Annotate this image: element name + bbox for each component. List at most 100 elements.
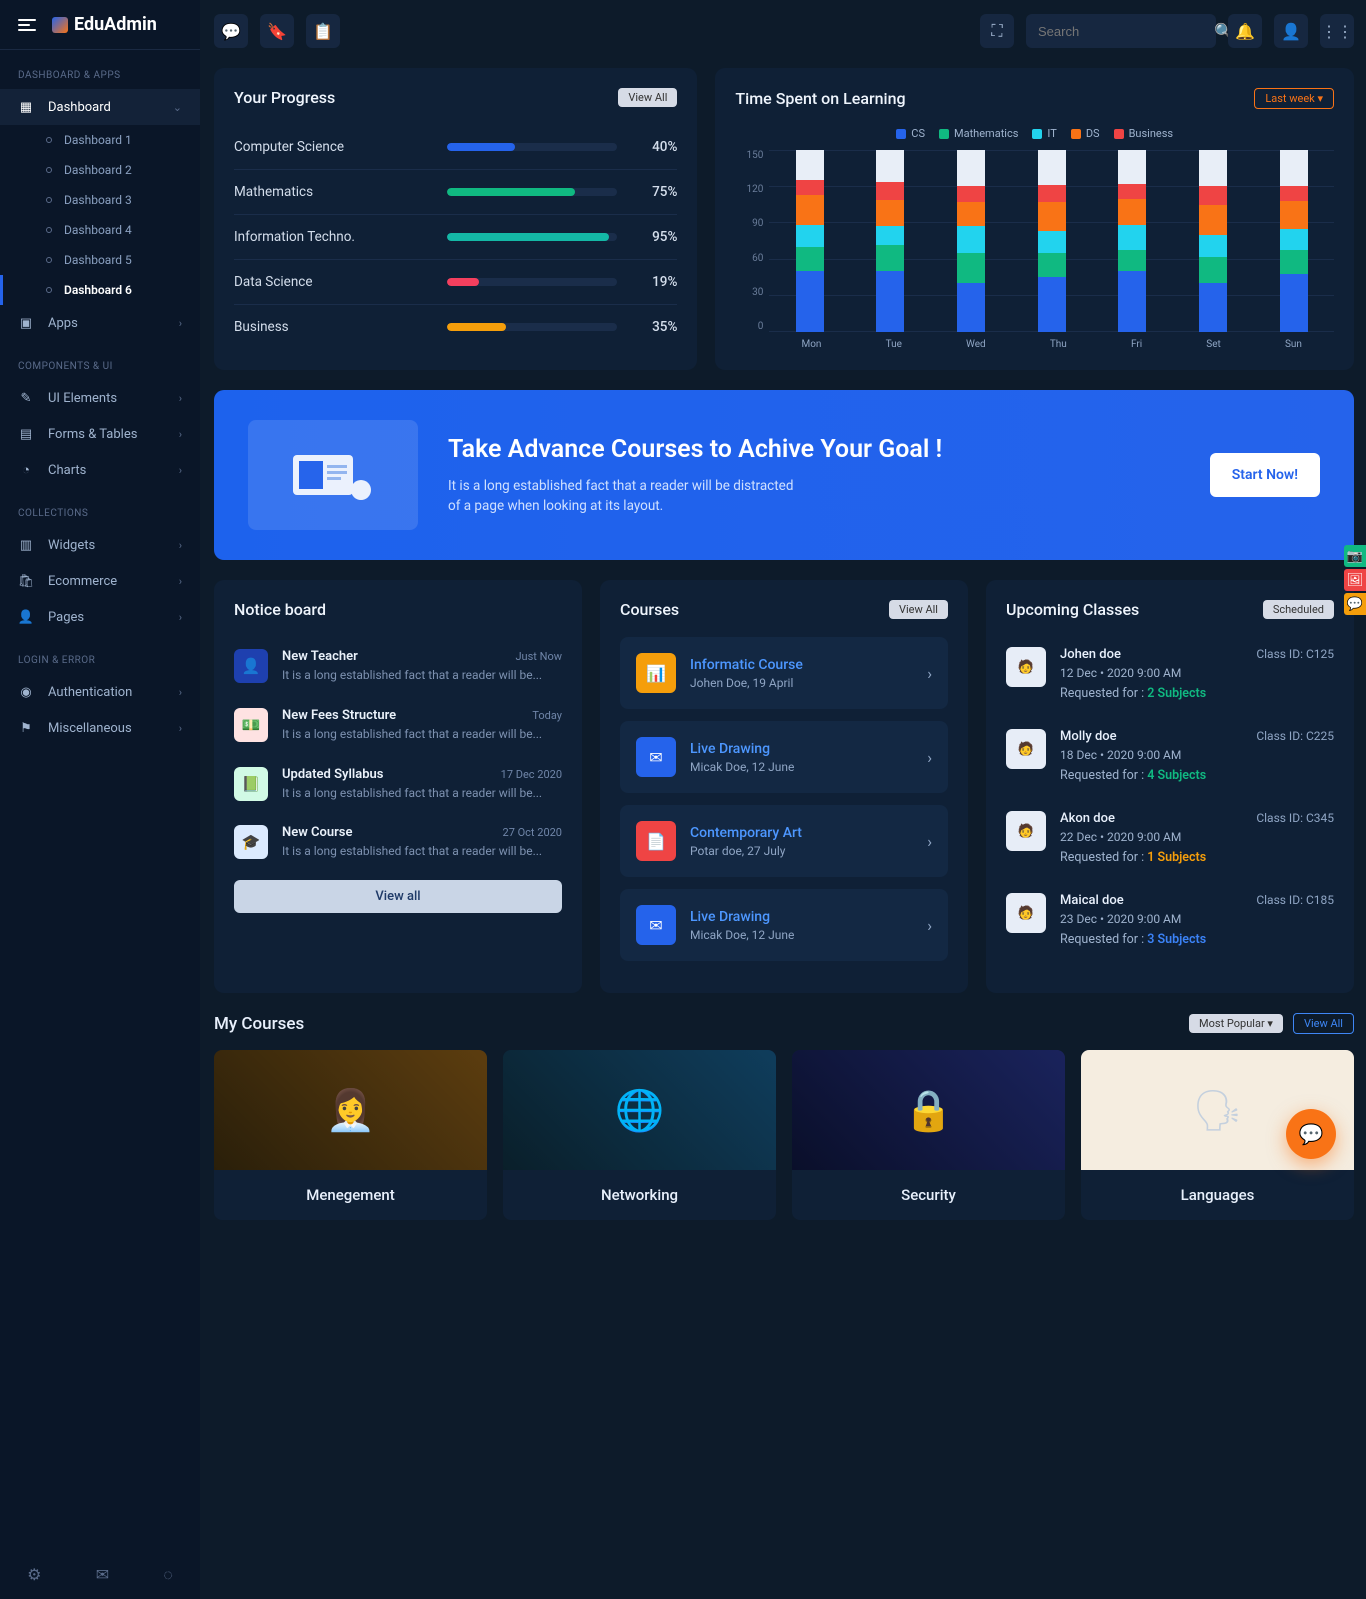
sidebar-item-forms[interactable]: ▤ Forms & Tables ›	[0, 416, 200, 452]
chat-fab[interactable]: 💬	[1286, 1109, 1336, 1159]
course-card[interactable]: 🌐Networking	[503, 1050, 776, 1220]
topbar: 💬 🔖 📋 ⛶ 🔍 🔔 👤 ⋮⋮	[214, 14, 1354, 48]
course-name: Contemporary Art	[690, 825, 913, 841]
legend-item[interactable]: DS	[1071, 127, 1100, 140]
legend-swatch	[939, 129, 949, 139]
sidebar-sub-item[interactable]: Dashboard 3	[0, 185, 200, 215]
chat-button[interactable]: 💬	[214, 14, 248, 48]
sidebar-item-auth[interactable]: ◉ Authentication ›	[0, 674, 200, 710]
notice-view-all-button[interactable]: View all	[234, 880, 562, 913]
popular-label: Most Popular	[1199, 1017, 1265, 1030]
bar-segment	[1038, 231, 1066, 253]
edit-icon: ✎	[18, 390, 34, 406]
sidebar-item-pages[interactable]: 👤 Pages ›	[0, 599, 200, 635]
class-date: 12 Dec • 2020 9:00 AM	[1060, 666, 1334, 680]
course-item[interactable]: ✉Live DrawingMicak Doe, 12 June›	[620, 721, 948, 793]
bookmark-icon: 🔖	[267, 22, 287, 41]
more-button[interactable]: ⋮⋮	[1320, 14, 1354, 48]
profile-button[interactable]: 👤	[1274, 14, 1308, 48]
legend-item[interactable]: Business	[1114, 127, 1174, 140]
course-item[interactable]: 📄Contemporary ArtPotar doe, 27 July›	[620, 805, 948, 877]
progress-view-all[interactable]: View All	[618, 88, 677, 107]
popular-dropdown[interactable]: Most Popular ▾	[1189, 1014, 1283, 1033]
fullscreen-button[interactable]: ⛶	[980, 14, 1014, 48]
caret-down-icon: ▾	[1267, 1017, 1273, 1030]
bar-segment	[1118, 184, 1146, 199]
sidebar-item-apps[interactable]: ▣ Apps ›	[0, 305, 200, 341]
notice-item-desc: It is a long established fact that a rea…	[282, 726, 562, 743]
sidebar-item-misc[interactable]: ⚑ Miscellaneous ›	[0, 710, 200, 746]
sidebar-sub-item[interactable]: Dashboard 6	[0, 275, 200, 305]
upcoming-item[interactable]: 🧑Johen doeClass ID: C12512 Dec • 2020 9:…	[1006, 637, 1334, 719]
progress-bar	[447, 278, 618, 286]
tool-image[interactable]: 🖼	[1344, 569, 1366, 591]
course-name: Live Drawing	[690, 741, 913, 757]
sidebar-sub-item[interactable]: Dashboard 2	[0, 155, 200, 185]
sidebar-sub-item[interactable]: Dashboard 5	[0, 245, 200, 275]
tool-chat[interactable]: 💬	[1344, 593, 1366, 615]
legend-item[interactable]: IT	[1032, 127, 1056, 140]
bar-segment	[796, 247, 824, 271]
bar-segment	[1280, 186, 1308, 201]
legend-item[interactable]: Mathematics	[939, 127, 1018, 140]
notice-item[interactable]: 👤New TeacherJust NowIt is a long establi…	[234, 637, 562, 696]
legend-swatch	[1114, 129, 1124, 139]
upcoming-item[interactable]: 🧑Maical doeClass ID: C18523 Dec • 2020 9…	[1006, 883, 1334, 965]
student-name: Akon doe	[1060, 811, 1115, 826]
sidebar-section-collections: COLLECTIONS	[0, 488, 200, 527]
bar-segment	[796, 180, 824, 195]
legend-label: IT	[1047, 127, 1056, 140]
sidebar-item-charts[interactable]: ◔ Charts ›	[0, 452, 200, 488]
progress-bar	[447, 143, 618, 151]
x-tick: Sun	[1285, 339, 1302, 350]
course-item[interactable]: ✉Live DrawingMicak Doe, 12 June›	[620, 889, 948, 961]
courses-view-all[interactable]: View All	[889, 600, 948, 619]
sidebar-sub-item[interactable]: Dashboard 1	[0, 125, 200, 155]
course-label: Languages	[1081, 1170, 1354, 1220]
upcoming-item[interactable]: 🧑Molly doeClass ID: C22518 Dec • 2020 9:…	[1006, 719, 1334, 801]
notifications-button[interactable]: 🔔	[1228, 14, 1262, 48]
course-card[interactable]: 🔒Security	[792, 1050, 1065, 1220]
upcoming-item[interactable]: 🧑Akon doeClass ID: C34522 Dec • 2020 9:0…	[1006, 801, 1334, 883]
brand-logo[interactable]: EduAdmin	[52, 14, 157, 35]
cart-icon: 🛍	[18, 573, 34, 589]
mail-icon[interactable]: ✉	[96, 1565, 109, 1585]
logout-icon[interactable]: ◌	[163, 1565, 173, 1585]
notice-item[interactable]: 💵New Fees StructureTodayIt is a long est…	[234, 696, 562, 755]
notice-item-title: New Teacher	[282, 649, 358, 664]
course-item[interactable]: 📊Informatic CourseJohen Doe, 19 April›	[620, 637, 948, 709]
bookmark-button[interactable]: 🔖	[260, 14, 294, 48]
notice-item[interactable]: 🎓New Course27 Oct 2020It is a long estab…	[234, 813, 562, 872]
bar-column	[796, 150, 824, 332]
legend-item[interactable]: CS	[896, 127, 925, 140]
time-period-label: Last week	[1265, 92, 1314, 105]
sidebar-item-ui[interactable]: ✎ UI Elements ›	[0, 380, 200, 416]
search-box[interactable]: 🔍	[1026, 14, 1216, 48]
student-name: Molly doe	[1060, 729, 1117, 744]
tool-camera[interactable]: 📷	[1344, 545, 1366, 567]
chevron-right-icon: ›	[927, 916, 932, 935]
dot-icon	[46, 137, 52, 143]
notice-item[interactable]: 📗Updated Syllabus17 Dec 2020It is a long…	[234, 755, 562, 814]
scheduled-badge[interactable]: Scheduled	[1263, 600, 1334, 619]
start-now-button[interactable]: Start Now!	[1210, 453, 1320, 497]
student-name: Maical doe	[1060, 893, 1124, 908]
progress-pct: 19%	[633, 274, 677, 290]
bar-segment	[957, 253, 985, 283]
sidebar-item-ecommerce[interactable]: 🛍 Ecommerce ›	[0, 563, 200, 599]
sidebar-item-widgets[interactable]: ▥ Widgets ›	[0, 527, 200, 563]
sidebar-sub-item[interactable]: Dashboard 4	[0, 215, 200, 245]
legend-swatch	[1071, 129, 1081, 139]
course-card[interactable]: 👩‍💼Menegement	[214, 1050, 487, 1220]
clipboard-button[interactable]: 📋	[306, 14, 340, 48]
search-input[interactable]	[1038, 24, 1214, 39]
sidebar-item-dashboard[interactable]: ▦ Dashboard ⌄	[0, 89, 200, 125]
time-period-dropdown[interactable]: Last week ▾	[1254, 88, 1334, 109]
y-tick: 90	[735, 218, 763, 229]
my-courses-view-all[interactable]: View All	[1293, 1013, 1354, 1034]
promo-banner: Take Advance Courses to Achive Your Goal…	[214, 390, 1354, 560]
menu-toggle[interactable]	[18, 19, 36, 31]
chat-bubble-icon: 💬	[1299, 1122, 1324, 1146]
request-label: Requested for :	[1060, 686, 1147, 701]
settings-icon[interactable]: ⚙	[27, 1565, 41, 1585]
